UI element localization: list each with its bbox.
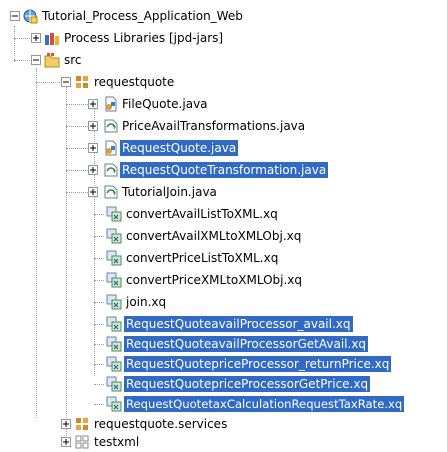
- file-label-selected: RequestQuotepriceProcessorGetPrice.xq: [124, 376, 371, 392]
- tree-node-process-libraries[interactable]: Process Libraries [jpd-jars]: [0, 28, 447, 48]
- file-label: convertPriceXMLtoXMLObj.xq: [126, 273, 303, 287]
- file-label: join.xq: [126, 295, 167, 309]
- package-label: requestquote: [94, 75, 175, 89]
- collapse-toggle[interactable]: [31, 55, 41, 65]
- expand-toggle[interactable]: [88, 99, 98, 109]
- tree-line: [94, 344, 104, 345]
- expand-toggle[interactable]: [61, 437, 71, 447]
- file-label-selected: RequestQuotetaxCalculationRequestTaxRate…: [124, 396, 405, 412]
- testxml-label: testxml: [94, 435, 140, 449]
- xquery-icon: [106, 228, 122, 244]
- file-label: TutorialJoin.java: [122, 185, 217, 199]
- tree-node-package-requestquote[interactable]: requestquote: [0, 72, 447, 92]
- source-folder-icon: [44, 53, 60, 68]
- tree-line: [94, 364, 104, 365]
- transformation-icon: [104, 119, 118, 133]
- project-label: Tutorial_Process_Application_Web: [42, 9, 243, 23]
- tree-line: [66, 192, 88, 193]
- tree-node-file[interactable]: convertAvailXMLtoXMLObj.xq: [0, 226, 447, 246]
- tree-node-file[interactable]: RequestQuote.java: [0, 138, 447, 158]
- tree-node-testxml[interactable]: testxml: [0, 432, 447, 452]
- tree-line: [36, 82, 60, 83]
- file-label-selected: RequestQuotepriceProcessor_returnPrice.x…: [124, 356, 392, 372]
- tree-node-file[interactable]: join.xq: [0, 292, 447, 312]
- tree-node-file[interactable]: RequestQuotepriceProcessor_returnPrice.x…: [0, 354, 447, 374]
- src-label: src: [64, 53, 82, 67]
- tree-line: [94, 280, 104, 281]
- xquery-icon: [106, 316, 122, 332]
- xquery-icon: [106, 294, 122, 310]
- tree-line: [14, 60, 32, 61]
- tree-node-file[interactable]: TutorialJoin.java: [0, 182, 447, 202]
- collapse-toggle[interactable]: [61, 77, 71, 87]
- transformation-icon: [104, 185, 118, 199]
- file-label: convertAvailListToXML.xq: [126, 207, 278, 221]
- jpd-process-icon: [105, 140, 117, 156]
- xquery-icon: [106, 250, 122, 266]
- tree-line: [94, 214, 104, 215]
- transformation-icon: [104, 163, 118, 177]
- library-icon: [45, 33, 59, 45]
- tree-node-file[interactable]: RequestQuoteavailProcessor_avail.xq: [0, 314, 447, 334]
- expand-toggle[interactable]: [88, 121, 98, 131]
- file-label: FileQuote.java: [122, 97, 208, 111]
- tree-node-src[interactable]: src: [0, 50, 447, 70]
- expand-toggle[interactable]: [31, 33, 41, 43]
- tree-line: [94, 236, 104, 237]
- web-project-icon: [23, 9, 38, 24]
- file-label-selected: RequestQuoteTransformation.java: [120, 162, 329, 178]
- tree-node-package-services[interactable]: requestquote.services: [0, 414, 447, 434]
- expand-toggle[interactable]: [88, 187, 98, 197]
- file-label: PriceAvailTransformations.java: [122, 119, 306, 133]
- tree-node-project[interactable]: Tutorial_Process_Application_Web: [0, 6, 447, 26]
- tree-line: [94, 404, 104, 405]
- package-label: requestquote.services: [94, 417, 228, 431]
- tree-node-file[interactable]: RequestQuotepriceProcessorGetPrice.xq: [0, 374, 447, 394]
- expand-toggle[interactable]: [61, 419, 71, 429]
- file-label-selected: RequestQuoteavailProcessorGetAvail.xq: [124, 336, 369, 352]
- tree-line: [94, 324, 104, 325]
- package-icon: [76, 76, 88, 88]
- collapse-toggle[interactable]: [10, 11, 20, 21]
- tree-node-file[interactable]: convertAvailListToXML.xq: [0, 204, 447, 224]
- tree-line: [94, 258, 104, 259]
- expand-toggle[interactable]: [88, 165, 98, 175]
- tree-node-file[interactable]: convertPriceXMLtoXMLObj.xq: [0, 270, 447, 290]
- file-label: convertPriceListToXML.xq: [126, 251, 279, 265]
- tree-node-file[interactable]: RequestQuoteTransformation.java: [0, 160, 447, 180]
- process-libraries-label: Process Libraries [jpd-jars]: [64, 31, 224, 45]
- package-icon: [76, 418, 88, 430]
- xquery-icon: [106, 356, 122, 372]
- tree-line: [14, 38, 32, 39]
- package-outline-icon: [75, 435, 89, 449]
- jpd-process-icon: [105, 96, 117, 112]
- tree-line: [94, 302, 104, 303]
- tree-node-file[interactable]: RequestQuoteavailProcessorGetAvail.xq: [0, 334, 447, 354]
- tree-node-file[interactable]: RequestQuotetaxCalculationRequestTaxRate…: [0, 394, 447, 414]
- tree-line: [66, 170, 88, 171]
- file-label: convertAvailXMLtoXMLObj.xq: [126, 229, 302, 243]
- file-label-selected: RequestQuote.java: [120, 140, 239, 156]
- tree-line: [66, 126, 88, 127]
- xquery-icon: [106, 336, 122, 352]
- tree-node-file[interactable]: FileQuote.java: [0, 94, 447, 114]
- project-tree: Tutorial_Process_Application_Web Process…: [0, 0, 447, 452]
- xquery-icon: [106, 376, 122, 392]
- xquery-icon: [106, 206, 122, 222]
- tree-line: [66, 148, 88, 149]
- xquery-icon: [106, 396, 122, 412]
- xquery-icon: [106, 272, 122, 288]
- file-label-selected: RequestQuoteavailProcessor_avail.xq: [124, 316, 353, 332]
- tree-node-file[interactable]: convertPriceListToXML.xq: [0, 248, 447, 268]
- expand-toggle[interactable]: [88, 143, 98, 153]
- tree-node-file[interactable]: PriceAvailTransformations.java: [0, 116, 447, 136]
- tree-line: [94, 384, 104, 385]
- tree-line: [66, 104, 88, 105]
